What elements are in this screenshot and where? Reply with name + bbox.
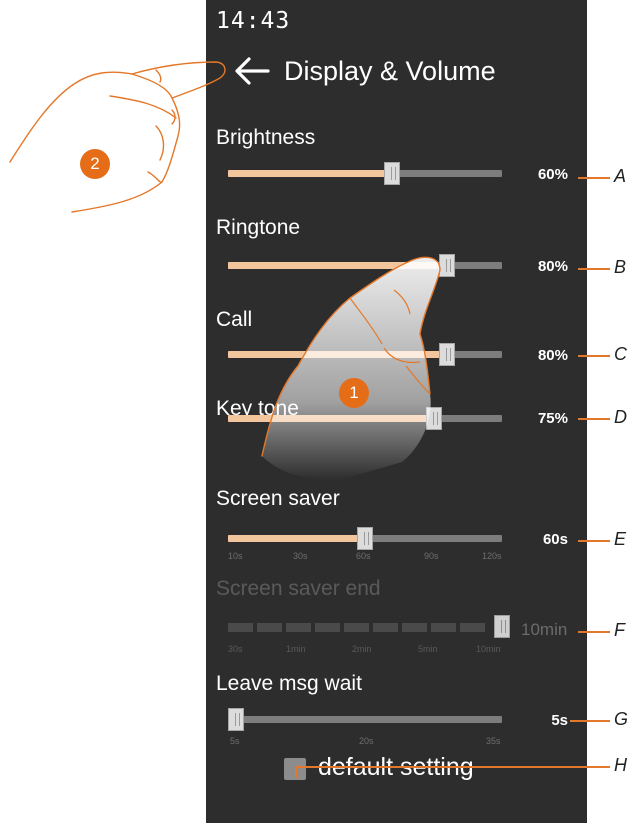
step-badge-1: 1 <box>339 378 369 408</box>
hand-illustrations <box>9 61 441 480</box>
step-badge-2: 2 <box>80 149 110 179</box>
pointing-hand-icon <box>9 61 226 213</box>
pointing-hand-icon <box>261 256 441 480</box>
